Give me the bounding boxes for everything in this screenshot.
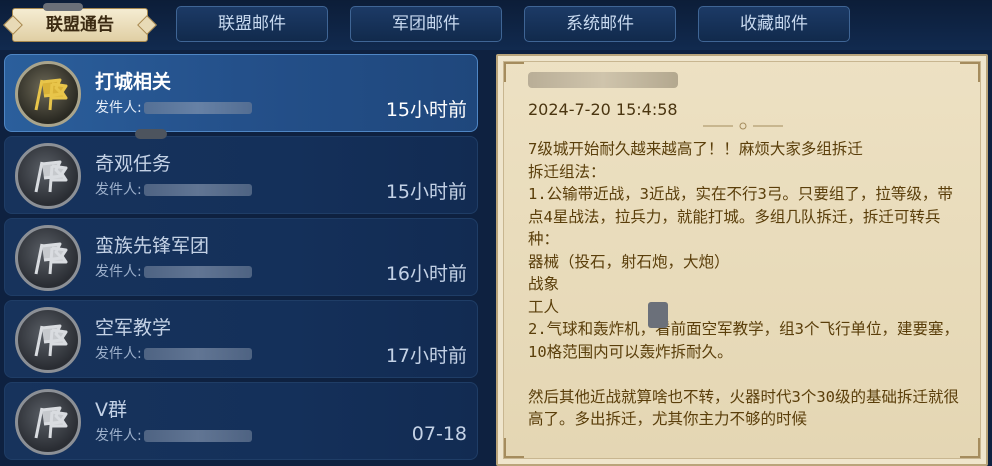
mail-title: 蛮族先锋军团 bbox=[95, 235, 210, 257]
inline-marker bbox=[648, 302, 668, 328]
sender-header-redacted bbox=[528, 72, 678, 88]
tab-badge bbox=[43, 3, 83, 11]
mail-content-panel[interactable]: 2024-7-20 15:4:58 7级城开始耐久越来越高了！！麻烦大家多组拆迁… bbox=[496, 54, 988, 466]
sender-name-redacted bbox=[143, 348, 252, 360]
mail-item[interactable]: 奇观任务 发件人: 15小时前 bbox=[4, 129, 478, 214]
flag-icon bbox=[15, 307, 81, 373]
mail-date: 2024-7-20 15:4:58 bbox=[528, 100, 678, 119]
mail-time: 15小时前 bbox=[385, 181, 467, 203]
flag-icon bbox=[15, 143, 81, 209]
tab-favorite-mail[interactable]: 收藏邮件 bbox=[698, 6, 850, 42]
sender-name-redacted bbox=[143, 184, 252, 196]
corner-ornament bbox=[960, 62, 980, 82]
mail-item[interactable]: 打城相关 发件人: 15小时前 bbox=[4, 54, 478, 132]
corner-ornament bbox=[504, 62, 524, 82]
divider-ornament bbox=[703, 122, 783, 130]
mail-item[interactable]: 蛮族先锋军团 发件人: 16小时前 bbox=[4, 218, 478, 296]
mail-sender: 发件人: bbox=[95, 179, 252, 199]
tab-legion-mail[interactable]: 军团邮件 bbox=[350, 6, 502, 42]
mail-time: 07-18 bbox=[411, 423, 467, 445]
flag-icon bbox=[15, 225, 81, 291]
mail-time: 17小时前 bbox=[385, 345, 467, 367]
sender-name-redacted bbox=[143, 430, 252, 442]
mail-sender: 发件人: bbox=[95, 97, 252, 117]
tab-label: 系统邮件 bbox=[566, 14, 634, 34]
mail-body: 7级城开始耐久越来越高了！！麻烦大家多组拆迁 拆迁组法： 1.公输带近战，3近战… bbox=[528, 140, 959, 428]
mail-item[interactable]: 空军教学 发件人: 17小时前 bbox=[4, 300, 478, 378]
mail-sender: 发件人: bbox=[95, 425, 252, 445]
tab-alliance-mail[interactable]: 联盟邮件 bbox=[176, 6, 328, 42]
flag-icon bbox=[15, 61, 81, 127]
mail-title: 空军教学 bbox=[95, 317, 172, 339]
sender-label: 发件人: bbox=[95, 346, 142, 362]
mail-list[interactable]: 打城相关 发件人: 15小时前 奇观任务 发件人: 15小时前 蛮族先锋军团 发… bbox=[4, 52, 480, 466]
mail-time: 15小时前 bbox=[385, 99, 467, 121]
tab-label: 军团邮件 bbox=[392, 14, 460, 34]
sender-label: 发件人: bbox=[95, 182, 142, 198]
mail-title: 打城相关 bbox=[95, 71, 172, 93]
tab-bar: 联盟通告 联盟邮件 军团邮件 系统邮件 收藏邮件 bbox=[0, 0, 992, 50]
mail-item[interactable]: V群 发件人: 07-18 bbox=[4, 382, 478, 460]
mail-title: V群 bbox=[95, 399, 127, 421]
sender-name-redacted bbox=[143, 266, 252, 278]
sender-label: 发件人: bbox=[95, 428, 142, 444]
mail-sender: 发件人: bbox=[95, 261, 252, 281]
flag-icon bbox=[15, 389, 81, 455]
tab-system-mail[interactable]: 系统邮件 bbox=[524, 6, 676, 42]
mail-title: 奇观任务 bbox=[95, 153, 172, 175]
tab-label: 收藏邮件 bbox=[740, 14, 808, 34]
corner-ornament bbox=[504, 438, 524, 458]
tag-chip bbox=[135, 129, 167, 139]
sender-label: 发件人: bbox=[95, 100, 142, 116]
mail-time: 16小时前 bbox=[385, 263, 467, 285]
sender-name-redacted bbox=[143, 102, 252, 114]
sender-label: 发件人: bbox=[95, 264, 142, 280]
tab-alliance-notice[interactable]: 联盟通告 bbox=[12, 3, 148, 42]
tab-label: 联盟邮件 bbox=[218, 14, 286, 34]
tab-label: 联盟通告 bbox=[46, 15, 114, 35]
mail-sender: 发件人: bbox=[95, 343, 252, 363]
corner-ornament bbox=[960, 438, 980, 458]
